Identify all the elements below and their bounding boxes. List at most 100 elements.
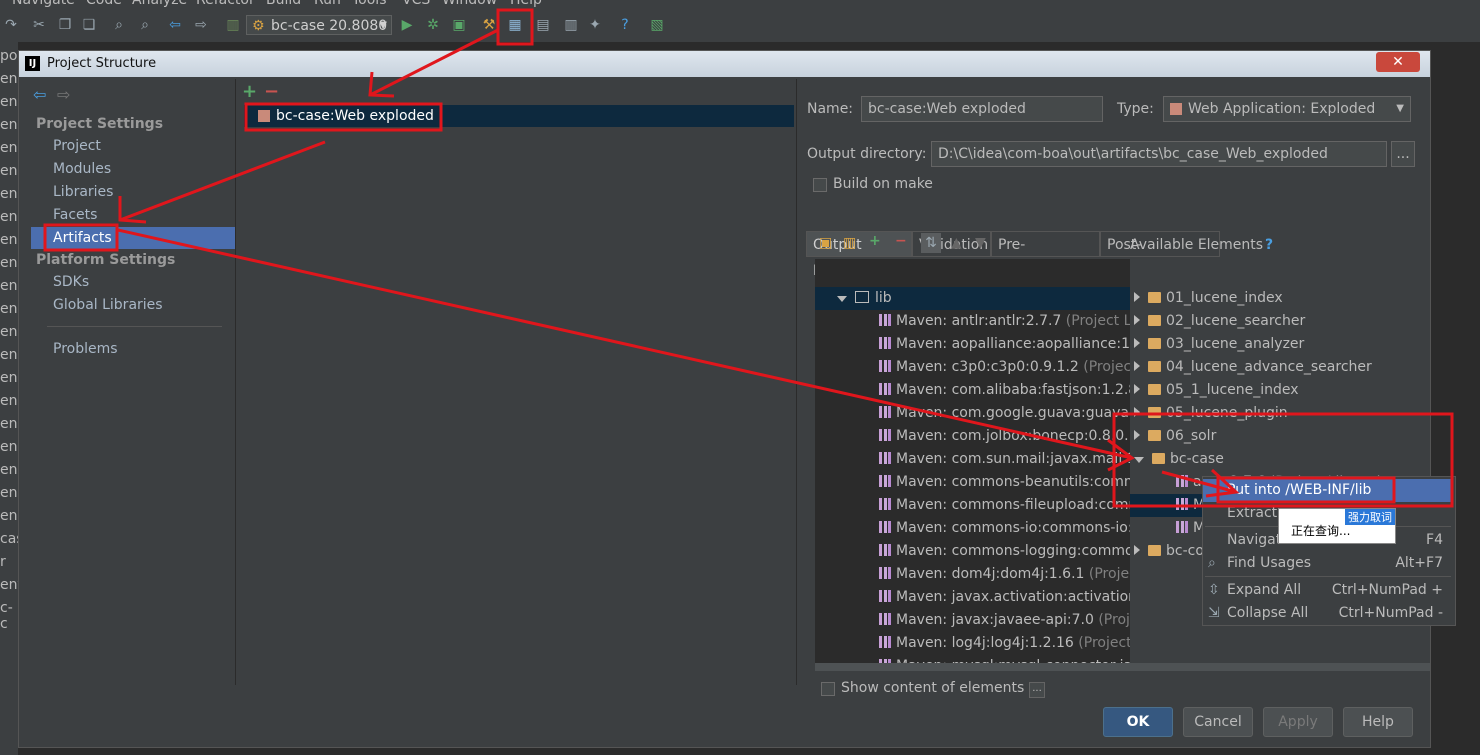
menu-code[interactable]: Code (86, 0, 122, 8)
nav-back-icon[interactable]: ⇦ (33, 85, 46, 104)
ok-button[interactable]: OK (1103, 707, 1173, 737)
close-button[interactable]: ✕ (1376, 52, 1420, 72)
output-layout-tree[interactable]: libMaven: antlr:antlr:2.7.7 (Project Lib… (815, 259, 1130, 671)
artifact-item[interactable]: bc-case:Web exploded (244, 105, 794, 127)
project-structure-icon[interactable]: ▦ (506, 16, 524, 34)
move-down-icon[interactable]: ▼ (975, 235, 986, 251)
help-question-icon[interactable]: ? (1265, 237, 1273, 253)
redo-icon[interactable]: ↷ (2, 16, 20, 34)
available-module-row[interactable]: 05_lucene_plugin (1130, 402, 1430, 425)
expand-arrow-icon[interactable] (1134, 361, 1140, 371)
editor-tab-fragment[interactable]: en (0, 163, 18, 179)
add-copy-icon[interactable]: + (869, 233, 881, 249)
editor-tab-fragment[interactable]: po (0, 48, 17, 64)
new-directory-icon[interactable]: ▣ (819, 235, 832, 251)
menu-item[interactable]: Put into /WEB-INF/lib (1203, 479, 1453, 502)
expand-arrow-icon[interactable] (1134, 292, 1140, 302)
tab-pre-processing[interactable]: Pre-processing (991, 231, 1100, 279)
apply-button[interactable]: Apply (1263, 707, 1333, 737)
tree-row[interactable]: Maven: c3p0:c3p0:0.9.1.2 (Project L (815, 356, 1130, 379)
nav-item-artifacts[interactable]: Artifacts (31, 227, 235, 249)
sort-elements-icon[interactable]: ⇅ (921, 233, 941, 253)
editor-tab-fragment[interactable]: en (0, 324, 18, 340)
show-content-checkbox[interactable] (821, 682, 835, 696)
replace-icon[interactable]: ⌕ (136, 16, 154, 34)
editor-tab-fragment[interactable]: en (0, 485, 18, 501)
editor-tab-fragment[interactable]: en (0, 416, 18, 432)
build-on-make-checkbox[interactable] (813, 178, 827, 192)
menu-tools[interactable]: Tools (352, 0, 387, 8)
move-up-icon[interactable]: ▲ (951, 235, 962, 251)
nav-item-facets[interactable]: Facets (31, 204, 235, 226)
back-icon[interactable]: ⇦ (166, 16, 184, 34)
menu-item[interactable]: ⇳ Expand All Ctrl+NumPad + (1203, 579, 1453, 602)
editor-tab-fragment[interactable]: cas (0, 531, 18, 547)
tree-row-lib[interactable]: lib (815, 287, 1130, 310)
expand-arrow-icon[interactable] (1134, 430, 1140, 440)
editor-tab-fragment[interactable]: c-c (0, 600, 18, 632)
editor-tab-fragment[interactable]: en (0, 462, 18, 478)
coverage-icon[interactable]: ▣ (450, 16, 468, 34)
tree-row[interactable]: Maven: dom4j:dom4j:1.6.1 (Project (815, 563, 1130, 586)
type-select[interactable]: Web Application: Exploded ▼ (1163, 96, 1411, 122)
editor-tab-fragment[interactable]: en (0, 508, 18, 524)
tree-row[interactable]: Maven: antlr:antlr:2.7.7 (Project Lib (815, 310, 1130, 333)
menu-build[interactable]: Build (266, 0, 301, 8)
debug-icon[interactable]: ✲ (424, 16, 442, 34)
make-icon[interactable]: ▥ (224, 16, 242, 34)
tree-row[interactable]: Maven: com.jolbox:bonecp:0.8.0.RE (815, 425, 1130, 448)
editor-tab-fragment[interactable]: en (0, 140, 18, 156)
menu-item[interactable]: ⇲ Collapse All Ctrl+NumPad - (1203, 602, 1453, 625)
available-module-row[interactable]: 02_lucene_searcher (1130, 310, 1430, 333)
horizontal-scrollbar[interactable] (1130, 663, 1430, 671)
nav-item-global-libraries[interactable]: Global Libraries (31, 294, 235, 316)
editor-tab-fragment[interactable]: en (0, 439, 18, 455)
browse-button[interactable]: ... (1391, 141, 1415, 167)
remove-element-icon[interactable]: − (895, 233, 907, 249)
menu-window[interactable]: Window (442, 0, 497, 8)
paste-icon[interactable]: ❏ (80, 16, 98, 34)
tree-row[interactable]: Maven: javax.activation:activation:1 (815, 586, 1130, 609)
editor-tab-fragment[interactable]: ent (0, 577, 18, 593)
tree-row[interactable]: Maven: com.sun.mail:javax.mail:1.5 (815, 448, 1130, 471)
tree-row[interactable]: Maven: com.google.guava:guava:1 (815, 402, 1130, 425)
tree-row[interactable]: Maven: com.alibaba:fastjson:1.2.8 (815, 379, 1130, 402)
sdk-icon[interactable]: ▤ (534, 16, 552, 34)
settings-icon[interactable]: ⚒ (480, 16, 498, 34)
editor-tab-fragment[interactable]: en (0, 393, 18, 409)
cut-icon[interactable]: ✂ (30, 16, 48, 34)
create-archive-icon[interactable]: ▥ (843, 235, 856, 251)
nav-item-project[interactable]: Project (31, 135, 235, 157)
cancel-button[interactable]: Cancel (1183, 707, 1253, 737)
nav-item-modules[interactable]: Modules (31, 158, 235, 180)
run-icon[interactable]: ▶ (398, 16, 416, 34)
menu-run[interactable]: Run (314, 0, 341, 8)
tree-row[interactable]: Maven: commons-io:commons-io:2 (815, 517, 1130, 540)
tasks-icon[interactable]: ▧ (648, 16, 666, 34)
nav-forward-icon[interactable]: ⇨ (57, 85, 70, 104)
menu-help[interactable]: Help (510, 0, 542, 8)
tree-row[interactable]: Maven: aopalliance:aopalliance:1.0 (815, 333, 1130, 356)
help-button[interactable]: Help (1343, 707, 1413, 737)
available-module-row[interactable]: 06_solr (1130, 425, 1430, 448)
android-icon[interactable]: ✦ (586, 16, 604, 34)
expand-arrow-icon[interactable] (1134, 384, 1140, 394)
editor-tab-fragment[interactable]: en (0, 232, 18, 248)
menu-item[interactable]: ⌕ Find Usages Alt+F7 (1203, 552, 1453, 575)
menu-refactor[interactable]: Refactor (196, 0, 255, 8)
editor-tab-fragment[interactable]: en (0, 370, 18, 386)
editor-tab-fragment[interactable]: en (0, 347, 18, 363)
editor-tab-fragment[interactable]: en (0, 94, 18, 110)
expand-arrow-icon[interactable] (837, 296, 847, 302)
menu-analyze[interactable]: Analyze (132, 0, 187, 8)
sync-icon[interactable]: ▥ (562, 16, 580, 34)
expand-arrow-icon[interactable] (1134, 545, 1140, 555)
menu-navigate[interactable]: Navigate (12, 0, 75, 8)
forward-icon[interactable]: ⇨ (192, 16, 210, 34)
editor-tab-fragment[interactable]: en (0, 301, 18, 317)
horizontal-scrollbar[interactable] (815, 663, 1130, 671)
editor-tab-fragment[interactable]: en (0, 186, 18, 202)
expand-arrow-icon[interactable] (1134, 338, 1140, 348)
tree-row[interactable]: Maven: commons-beanutils:comm (815, 471, 1130, 494)
editor-tab-fragment[interactable]: en (0, 117, 18, 133)
